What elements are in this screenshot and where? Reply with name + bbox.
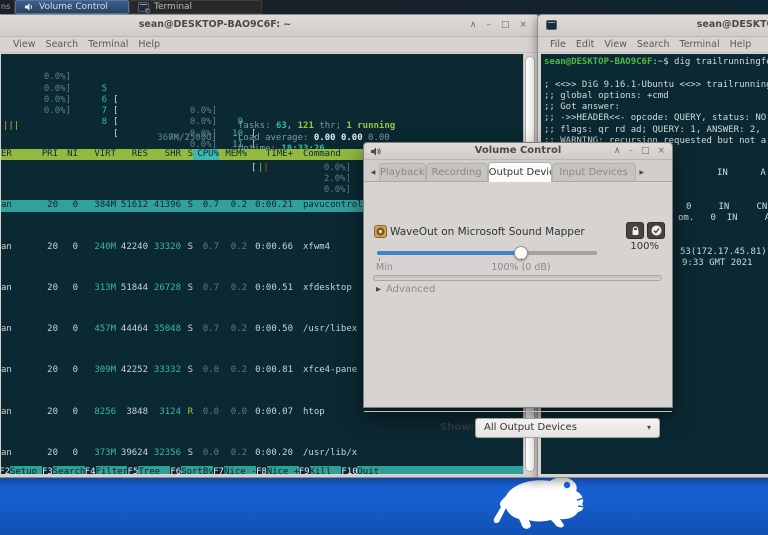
xfce-mouse-logo <box>493 477 586 529</box>
top-panel: ns Volume Control Terminal <box>0 0 768 14</box>
minimize-button[interactable]: – <box>486 18 491 32</box>
tab[interactable]: Playback <box>379 163 426 181</box>
menu-item[interactable]: Search <box>632 39 675 50</box>
right-window-titlebar[interactable]: sean@DESKTOP-BAO9C6F: ~ <box>538 15 768 37</box>
applications-menu-fragment[interactable]: ns <box>0 0 15 14</box>
process-row[interactable]: an 20 0 373M 39624 32356 S 0.0 0.2 0:00.… <box>1 448 523 459</box>
menu-item[interactable]: Terminal <box>83 39 133 50</box>
device-name: WaveOut on Microsoft Sound Mapper <box>390 226 585 238</box>
load-average: Load average: 0.00 0.00 0.00 <box>238 132 390 143</box>
badge-icon <box>144 7 151 13</box>
terminal-output-line: ;; flags: qr rd ad; QUERY: 1, ANSWER: 2, <box>544 124 767 135</box>
lock-channels-button[interactable] <box>626 222 644 239</box>
tab[interactable]: Recording <box>425 163 488 181</box>
terminal-output-fragment: 9:33 GMT 2021 <box>682 258 753 268</box>
maximize-button[interactable]: □ <box>501 18 510 32</box>
dialog-tabbar: ◀ PlaybackRecordingOutput DevicesInput D… <box>364 160 672 182</box>
cpu-meter-row: 0.0%] 5 [ 0.0%] 9 [ 0.0%] 13 [ 0.0%] <box>43 72 489 195</box>
check-circle-icon <box>651 225 661 236</box>
sort-column-cpu: CPU% <box>193 149 219 161</box>
tab-scroll-left-icon[interactable]: ◀ <box>367 169 379 181</box>
menu-item[interactable]: Edit <box>571 39 599 50</box>
separator <box>364 411 672 412</box>
left-window-menubar: View Search Terminal Help <box>0 37 539 53</box>
function-key[interactable]: F5 Tree <box>127 466 170 474</box>
volume-readout: 100% <box>630 241 659 252</box>
volume-control-dialog: Volume Control ∧ – □ × ◀ Playback Recordi… <box>363 142 673 438</box>
cpu-meter-row: 0.0%] 7 [ 0.0%] 11 [ || 2.0%] 15 [ 0.0%] <box>43 94 489 218</box>
function-bar-filler <box>389 466 523 474</box>
shade-button[interactable]: ∧ <box>614 144 621 158</box>
tab-scroll-right-icon[interactable]: ▶ <box>636 169 648 181</box>
tab[interactable]: Output Devices <box>487 162 552 182</box>
slider-fill <box>377 251 521 255</box>
dig-output: ; <<>> DiG 9.16.1-Ubuntu <<>> trailrunni… <box>544 68 768 147</box>
terminal-output-line: ;; Got answer: <box>544 102 620 113</box>
terminal-icon <box>138 2 151 13</box>
peak-level-meter <box>373 275 662 281</box>
function-key[interactable]: F6 SortBy <box>170 466 213 474</box>
slider-tick-base <box>521 258 522 261</box>
expander-icon: ▶ <box>376 285 381 293</box>
show-label: Show: <box>440 422 475 433</box>
right-window-menubar: File Edit View Search Terminal Help <box>538 37 768 53</box>
function-key[interactable]: F3 Search <box>41 466 85 474</box>
menu-item[interactable]: Terminal <box>675 39 725 50</box>
menu-item[interactable]: View <box>8 39 41 50</box>
slider-tick-min <box>379 258 380 261</box>
terminal-output-fragment: om. 0 IN A <box>678 213 768 223</box>
minimize-button[interactable]: – <box>628 144 633 158</box>
terminal-output-fragment: 0 IN CN <box>686 202 768 212</box>
output-devices-panel: WaveOut on Microsoft Sound Mapper 100% M… <box>364 182 672 438</box>
shade-button[interactable]: ∧ <box>470 18 477 32</box>
menu-item[interactable]: View <box>599 39 632 50</box>
shell-prompt-line: sean@DESKTOP-BAO9C6F:~$ dig trailrunning… <box>544 57 768 67</box>
left-window-title: sean@DESKTOP-BAO9C6F: ~ <box>138 19 292 30</box>
right-window-title: sean@DESKTOP-BAO9C6F: ~ <box>696 19 768 30</box>
menu-item[interactable]: Help <box>725 39 757 50</box>
function-key[interactable]: F9 Kill <box>298 466 342 474</box>
terminal-output-fragment: 53(172.17.45.81) <box>680 247 767 257</box>
tab[interactable]: Input Devices <box>551 163 636 181</box>
function-key[interactable]: F4 Filter <box>84 466 127 474</box>
terminal-output-line: ; <<>> DiG 9.16.1-Ubuntu <<>> trailrunni… <box>544 79 768 90</box>
set-fallback-button[interactable] <box>647 222 665 239</box>
slider-min-label: Min <box>376 262 393 273</box>
menu-item[interactable]: Search <box>41 39 84 50</box>
dropdown-arrow-icon: ▾ <box>646 423 651 432</box>
menu-item[interactable]: Help <box>133 39 165 50</box>
cpu-meter-row: 0.0%] 6 [ 0.0%] 10 [ 0.0%] 14 [ 0.0%] <box>43 83 489 207</box>
function-key[interactable]: F2 Setup <box>1 466 42 474</box>
advanced-expander[interactable]: ▶ Advanced <box>376 284 435 295</box>
dialog-titlebar[interactable]: Volume Control ∧ – □ × <box>364 143 672 160</box>
cpu-meter-row: 0.0%] 8 [ 0.0%] 12 [ 0.0%] 16 [ 0.0%] <box>43 106 489 229</box>
volume-slider[interactable] <box>377 246 597 260</box>
slider-base-label: 100% (0 dB) <box>491 262 551 273</box>
terminal-output-line: ;; ->>HEADER<<- opcode: QUERY, status: N… <box>544 113 767 124</box>
function-key[interactable]: F10 Quit <box>341 466 389 474</box>
function-key[interactable]: F8 Nice + <box>255 466 299 474</box>
tasks-summary: Tasks: 63, 121 thr; 1 running <box>238 121 396 132</box>
maximize-button[interactable]: □ <box>641 144 650 158</box>
speaker-icon <box>24 3 32 11</box>
close-button[interactable]: × <box>519 18 527 32</box>
lock-icon <box>632 225 638 235</box>
audio-device-icon <box>374 225 387 238</box>
show-devices-dropdown[interactable]: All Output Devices ▾ <box>475 418 660 438</box>
close-button[interactable]: × <box>657 144 665 158</box>
terminal-output-line: ;; global options: +cmd <box>544 90 669 101</box>
taskbar-button-terminal[interactable]: Terminal <box>129 0 262 14</box>
function-key[interactable]: F7 Nice - <box>212 466 256 474</box>
process-row[interactable]: an 20 0 8256 3848 3124 R 0.0 0.0 0:00.07… <box>1 407 523 418</box>
taskbar-button-volume-control[interactable]: Volume Control <box>15 0 129 14</box>
left-window-titlebar[interactable]: sean@DESKTOP-BAO9C6F: ~ ∧ – □ × <box>0 15 539 37</box>
screen: sean@DESKTOP-BAO9C6F: ~ ∧ – □ × View Sear… <box>0 0 768 535</box>
terminal-output-fragment: IN A <box>717 168 766 178</box>
menu-item[interactable]: File <box>545 39 571 50</box>
